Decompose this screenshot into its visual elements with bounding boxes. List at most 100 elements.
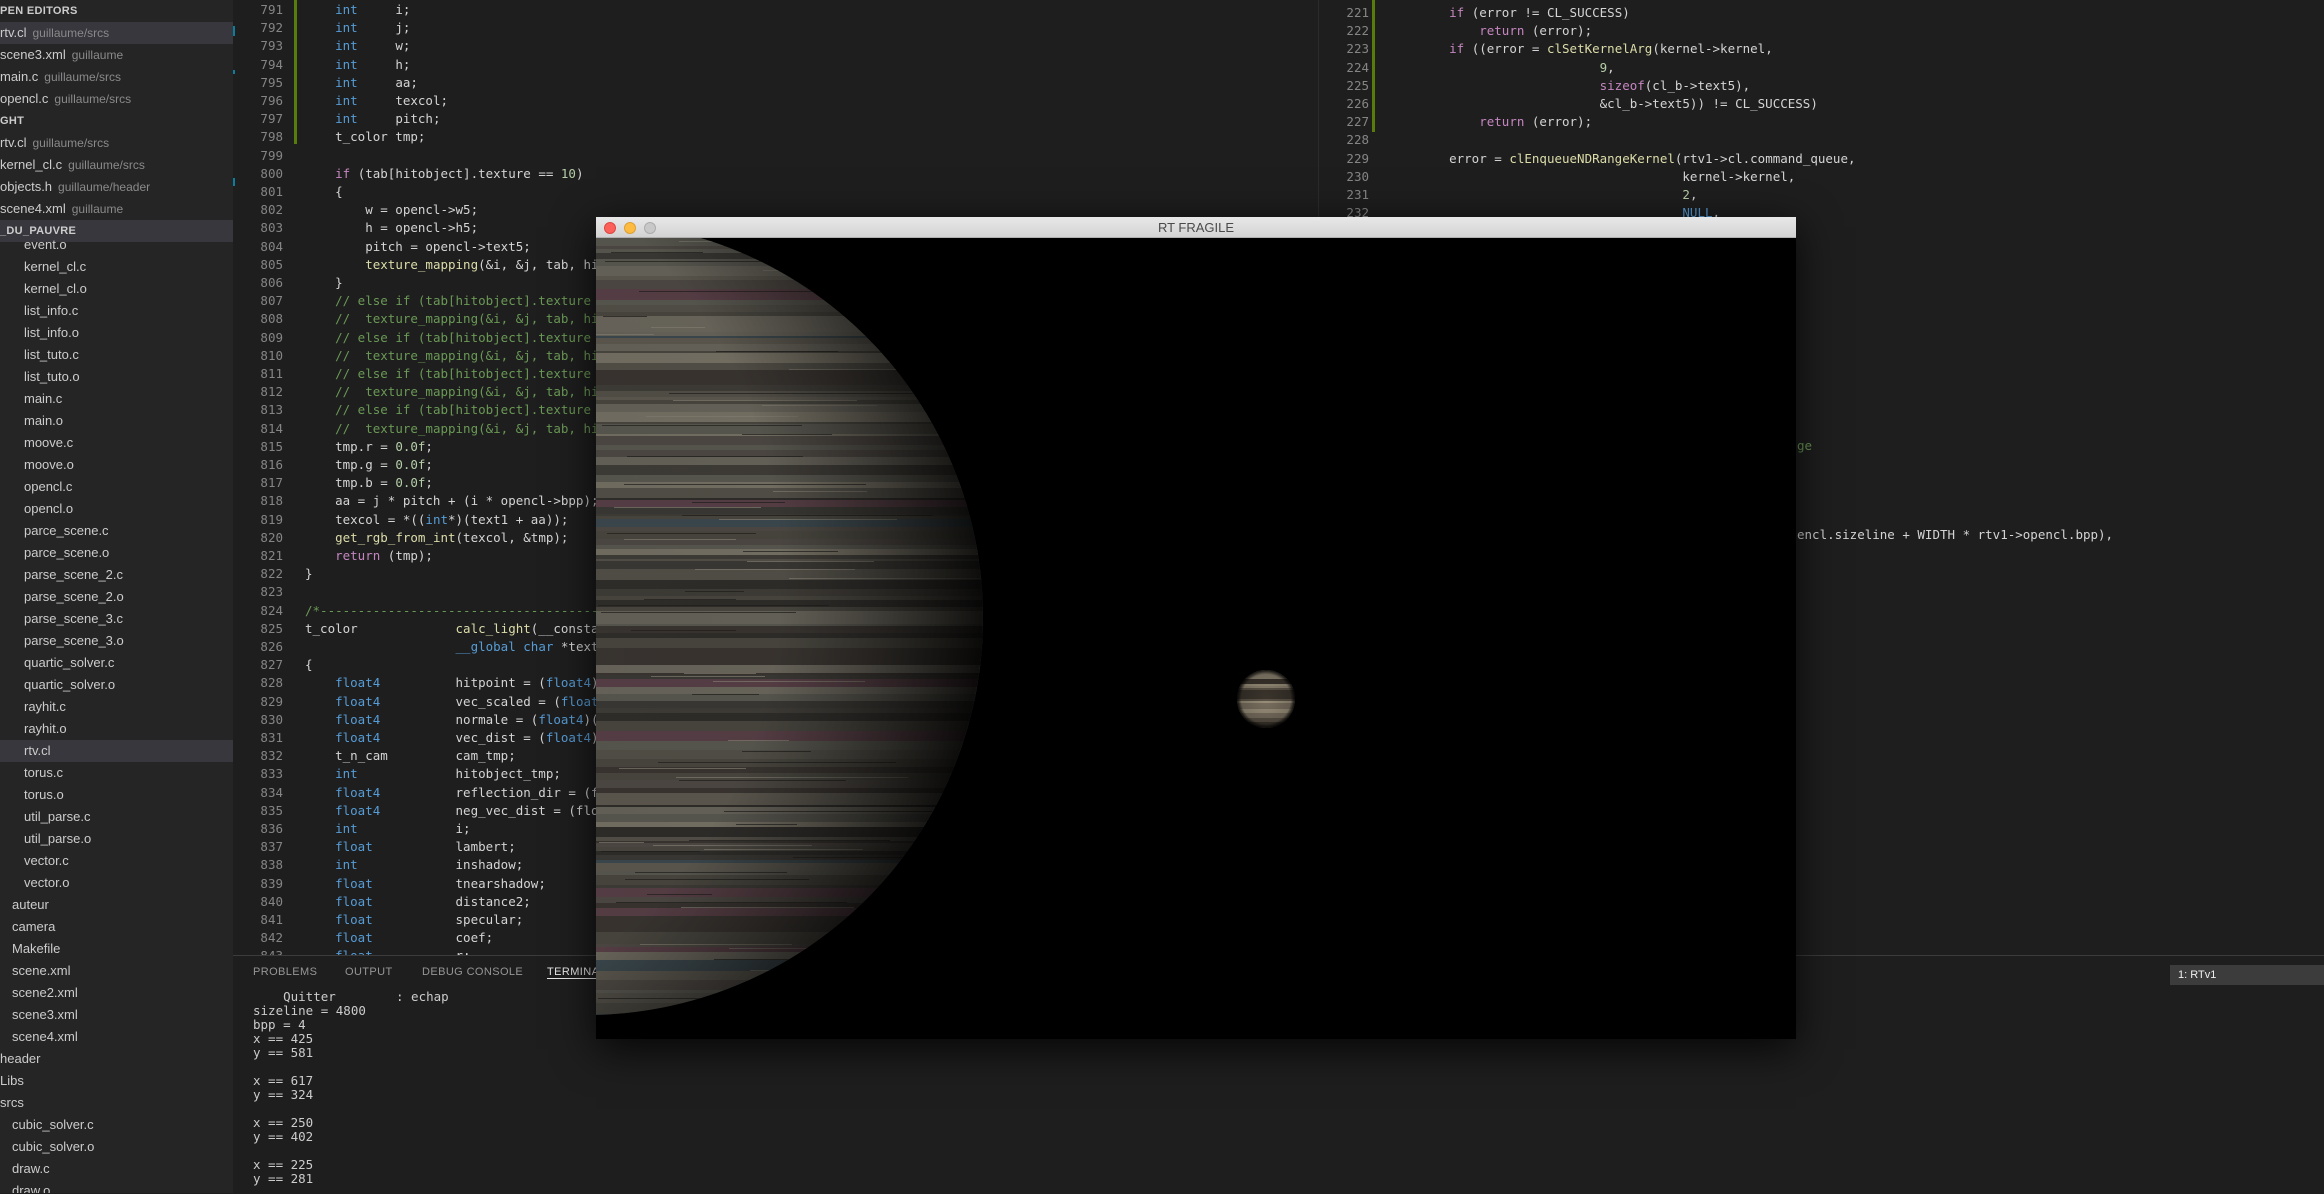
code-line[interactable]: 795 int aa; <box>233 74 1318 92</box>
planet-streak <box>599 1022 839 1023</box>
file-item[interactable]: draw.c <box>0 1158 233 1180</box>
line-number: 229 <box>1346 150 1369 166</box>
tab-debug-console[interactable]: DEBUG CONSOLE <box>422 966 523 978</box>
open-editor-item[interactable]: main.c guillaume/srcs <box>0 66 233 88</box>
open-editor-item[interactable]: scene3.xml guillaume <box>0 44 233 66</box>
file-item[interactable]: parce_scene.c <box>0 520 233 542</box>
code-line[interactable]: 231 2, <box>1319 186 2324 204</box>
code-line[interactable]: 800 if (tab[hitobject].texture == 10) <box>233 165 1318 183</box>
file-item[interactable]: cubic_solver.o <box>0 1136 233 1158</box>
code-line[interactable]: 799 <box>233 147 1318 165</box>
file-item[interactable]: scene3.xml <box>0 1004 233 1026</box>
file-label: auteur <box>12 897 49 912</box>
code-line[interactable]: 793 int w; <box>233 37 1318 55</box>
file-item[interactable]: parse_scene_3.c <box>0 608 233 630</box>
folder-item[interactable]: header <box>0 1048 233 1070</box>
code-line[interactable]: 230 kernel->kernel, <box>1319 168 2324 186</box>
tab-terminal[interactable]: TERMINA <box>547 966 600 979</box>
file-item[interactable]: list_info.c <box>0 300 233 322</box>
open-editor-item[interactable]: rtv.cl guillaume/srcs <box>0 132 233 154</box>
file-item[interactable]: main.o <box>0 410 233 432</box>
file-item[interactable]: parse_scene_3.o <box>0 630 233 652</box>
file-item[interactable]: vector.c <box>0 850 233 872</box>
terminal-line: y == 281 <box>253 1171 314 1186</box>
rt-fragile-window[interactable]: RT FRAGILE <box>596 217 1796 1039</box>
file-item[interactable]: main.c <box>0 388 233 410</box>
open-editor-item[interactable]: scene4.xml guillaume <box>0 198 233 220</box>
file-item[interactable]: torus.c <box>0 762 233 784</box>
folder-item[interactable]: srcs <box>0 1092 233 1114</box>
file-item[interactable]: camera <box>0 916 233 938</box>
window-titlebar[interactable]: RT FRAGILE <box>596 217 1796 238</box>
file-item[interactable]: opencl.o <box>0 498 233 520</box>
file-label: parce_scene.o <box>24 545 110 560</box>
file-item[interactable]: rayhit.o <box>0 718 233 740</box>
code-line[interactable]: 796 int texcol; <box>233 92 1318 110</box>
code-line[interactable]: 798 t_color tmp; <box>233 128 1318 146</box>
file-item[interactable]: scene2.xml <box>0 982 233 1004</box>
open-editor-item[interactable]: rtv.cl guillaume/srcs <box>0 22 233 44</box>
code-line[interactable]: 221 if (error != CL_SUCCESS) <box>1319 4 2324 22</box>
file-item[interactable]: quartic_solver.c <box>0 652 233 674</box>
file-label: header <box>0 1051 41 1066</box>
tab-problems[interactable]: PROBLEMS <box>253 966 317 978</box>
file-item[interactable]: kernel_cl.o <box>0 278 233 300</box>
planet-band <box>596 1034 996 1039</box>
git-modified-marker <box>233 178 235 186</box>
file-item[interactable]: Makefile <box>0 938 233 960</box>
file-item[interactable]: list_info.o <box>0 322 233 344</box>
file-item[interactable]: scene4.xml <box>0 1026 233 1048</box>
code-line[interactable]: 223 if ((error = clSetKernelArg(kernel->… <box>1319 40 2324 58</box>
code-line[interactable]: 801 { <box>233 183 1318 201</box>
tab-output[interactable]: OUTPUT <box>345 966 393 978</box>
open-editor-item[interactable]: objects.h guillaume/header <box>0 176 233 198</box>
file-item[interactable]: rtv.cl <box>0 740 233 762</box>
code-line[interactable]: 794 int h; <box>233 56 1318 74</box>
code-line[interactable]: 791 int i; <box>233 1 1318 19</box>
code-line[interactable]: 227 return (error); <box>1319 113 2324 131</box>
folder-item[interactable]: Libs <box>0 1070 233 1092</box>
file-item[interactable]: opencl.c <box>0 476 233 498</box>
line-number: 793 <box>260 38 283 54</box>
file-item[interactable]: scene.xml <box>0 960 233 982</box>
planet-band <box>596 1014 983 1015</box>
file-label: opencl.c <box>0 91 49 106</box>
file-item[interactable]: util_parse.o <box>0 828 233 850</box>
render-canvas[interactable] <box>596 238 1796 1039</box>
file-item[interactable]: list_tuto.c <box>0 344 233 366</box>
line-number: 840 <box>260 893 283 909</box>
file-item[interactable]: quartic_solver.o <box>0 674 233 696</box>
file-item[interactable]: vector.o <box>0 872 233 894</box>
file-item[interactable]: parse_scene_2.c <box>0 564 233 586</box>
file-label: list_tuto.c <box>24 347 79 362</box>
code-line[interactable]: 792 int j; <box>233 19 1318 37</box>
code-line[interactable]: 229 error = clEnqueueNDRangeKernel(rtv1-… <box>1319 150 2324 168</box>
file-item[interactable]: draw.o <box>0 1180 233 1193</box>
open-editor-item[interactable]: kernel_cl.c guillaume/srcs <box>0 154 233 176</box>
file-item[interactable]: auteur <box>0 894 233 916</box>
file-label: rtv.cl <box>0 135 27 150</box>
file-item[interactable]: kernel_cl.c <box>0 256 233 278</box>
file-item[interactable]: parse_scene_2.o <box>0 586 233 608</box>
file-item[interactable]: rayhit.c <box>0 696 233 718</box>
code-line[interactable]: 222 return (error); <box>1319 22 2324 40</box>
file-item[interactable]: torus.o <box>0 784 233 806</box>
code-line[interactable]: 226 &cl_b->text5)) != CL_SUCCESS) <box>1319 95 2324 113</box>
file-item[interactable]: moove.c <box>0 432 233 454</box>
code-text: w = opencl->w5; <box>305 202 479 218</box>
code-line[interactable]: 797 int pitch; <box>233 110 1318 128</box>
file-item[interactable]: list_tuto.o <box>0 366 233 388</box>
file-item[interactable]: cubic_solver.c <box>0 1114 233 1136</box>
file-item[interactable]: event.o <box>0 234 233 256</box>
file-label: scene4.xml <box>0 201 66 216</box>
file-item[interactable]: util_parse.c <box>0 806 233 828</box>
open-editor-item[interactable]: opencl.c guillaume/srcs <box>0 88 233 110</box>
code-line[interactable]: 228 <box>1319 131 2324 149</box>
file-item[interactable]: moove.o <box>0 454 233 476</box>
terminal-select[interactable]: 1: RTv1 <box>2170 965 2324 985</box>
line-number: 792 <box>260 20 283 36</box>
code-line[interactable]: 225 sizeof(cl_b->text5), <box>1319 77 2324 95</box>
line-number: 838 <box>260 857 283 873</box>
file-item[interactable]: parce_scene.o <box>0 542 233 564</box>
code-line[interactable]: 224 9, <box>1319 59 2324 77</box>
